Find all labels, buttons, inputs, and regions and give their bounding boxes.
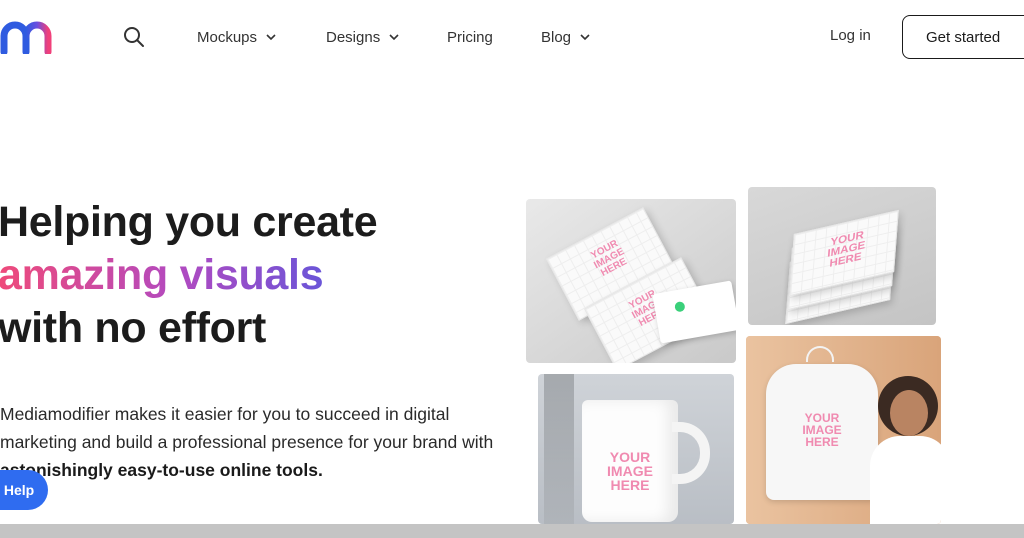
chevron-down-icon bbox=[266, 34, 276, 41]
nav-blog-label: Blog bbox=[541, 28, 572, 46]
nav-mockups[interactable]: Mockups bbox=[197, 27, 277, 47]
nav-designs-label: Designs bbox=[326, 28, 381, 46]
site-header: Mockups Designs Pricing Blog Log in Get … bbox=[0, 0, 1024, 74]
help-button[interactable]: Help bbox=[0, 470, 48, 510]
get-started-button[interactable]: Get started bbox=[902, 15, 1024, 59]
mug-body: YOUR IMAGE HERE bbox=[582, 400, 678, 522]
branch-decoration bbox=[544, 374, 574, 524]
book-mockup-image[interactable]: YOUR IMAGE HERE bbox=[748, 187, 936, 325]
mediamodifier-logo-icon[interactable] bbox=[0, 20, 62, 54]
nav-pricing-label: Pricing bbox=[447, 28, 493, 46]
mug-handle bbox=[672, 422, 710, 484]
status-dot-icon bbox=[674, 300, 686, 313]
hero-title-line3: with no effort bbox=[0, 304, 267, 352]
hero-title-highlight: amazing visuals bbox=[0, 251, 324, 299]
placeholder-text: YOUR IMAGE HERE bbox=[826, 229, 866, 270]
hero-title: Helping you create amazing visuals with … bbox=[0, 196, 518, 355]
sweatshirt-mockup-image[interactable]: YOUR IMAGE HERE bbox=[746, 336, 941, 524]
nav-mockups-label: Mockups bbox=[197, 28, 258, 46]
search-icon[interactable] bbox=[122, 25, 146, 49]
hero-description-bold: astonishingly easy-to-use online tools. bbox=[0, 460, 323, 480]
bottom-bar bbox=[0, 524, 1024, 538]
nav-designs[interactable]: Designs bbox=[326, 27, 400, 47]
placeholder-text: YOUR IMAGE HERE bbox=[589, 238, 629, 279]
chevron-down-icon bbox=[580, 34, 590, 41]
sweatshirt: YOUR IMAGE HERE bbox=[766, 364, 878, 500]
business-card-mockup-image[interactable]: YOUR IMAGE HERE YOUR IMAGE HERE bbox=[526, 199, 736, 363]
login-link[interactable]: Log in bbox=[830, 27, 871, 44]
chevron-down-icon bbox=[389, 34, 399, 41]
placeholder-text: YOUR IMAGE HERE bbox=[607, 449, 653, 493]
hero-title-line1: Helping you create bbox=[0, 198, 378, 246]
hero-description: Mediamodifier makes it easier for you to… bbox=[0, 400, 510, 484]
person-shirt bbox=[870, 436, 941, 524]
person-face bbox=[890, 390, 928, 436]
hero-description-text: Mediamodifier makes it easier for you to… bbox=[0, 404, 494, 452]
nav-blog[interactable]: Blog bbox=[541, 27, 591, 47]
placeholder-text: YOUR IMAGE HERE bbox=[802, 411, 842, 449]
mug-mockup-image[interactable]: YOUR IMAGE HERE bbox=[538, 374, 734, 524]
nav-pricing[interactable]: Pricing bbox=[447, 27, 493, 47]
